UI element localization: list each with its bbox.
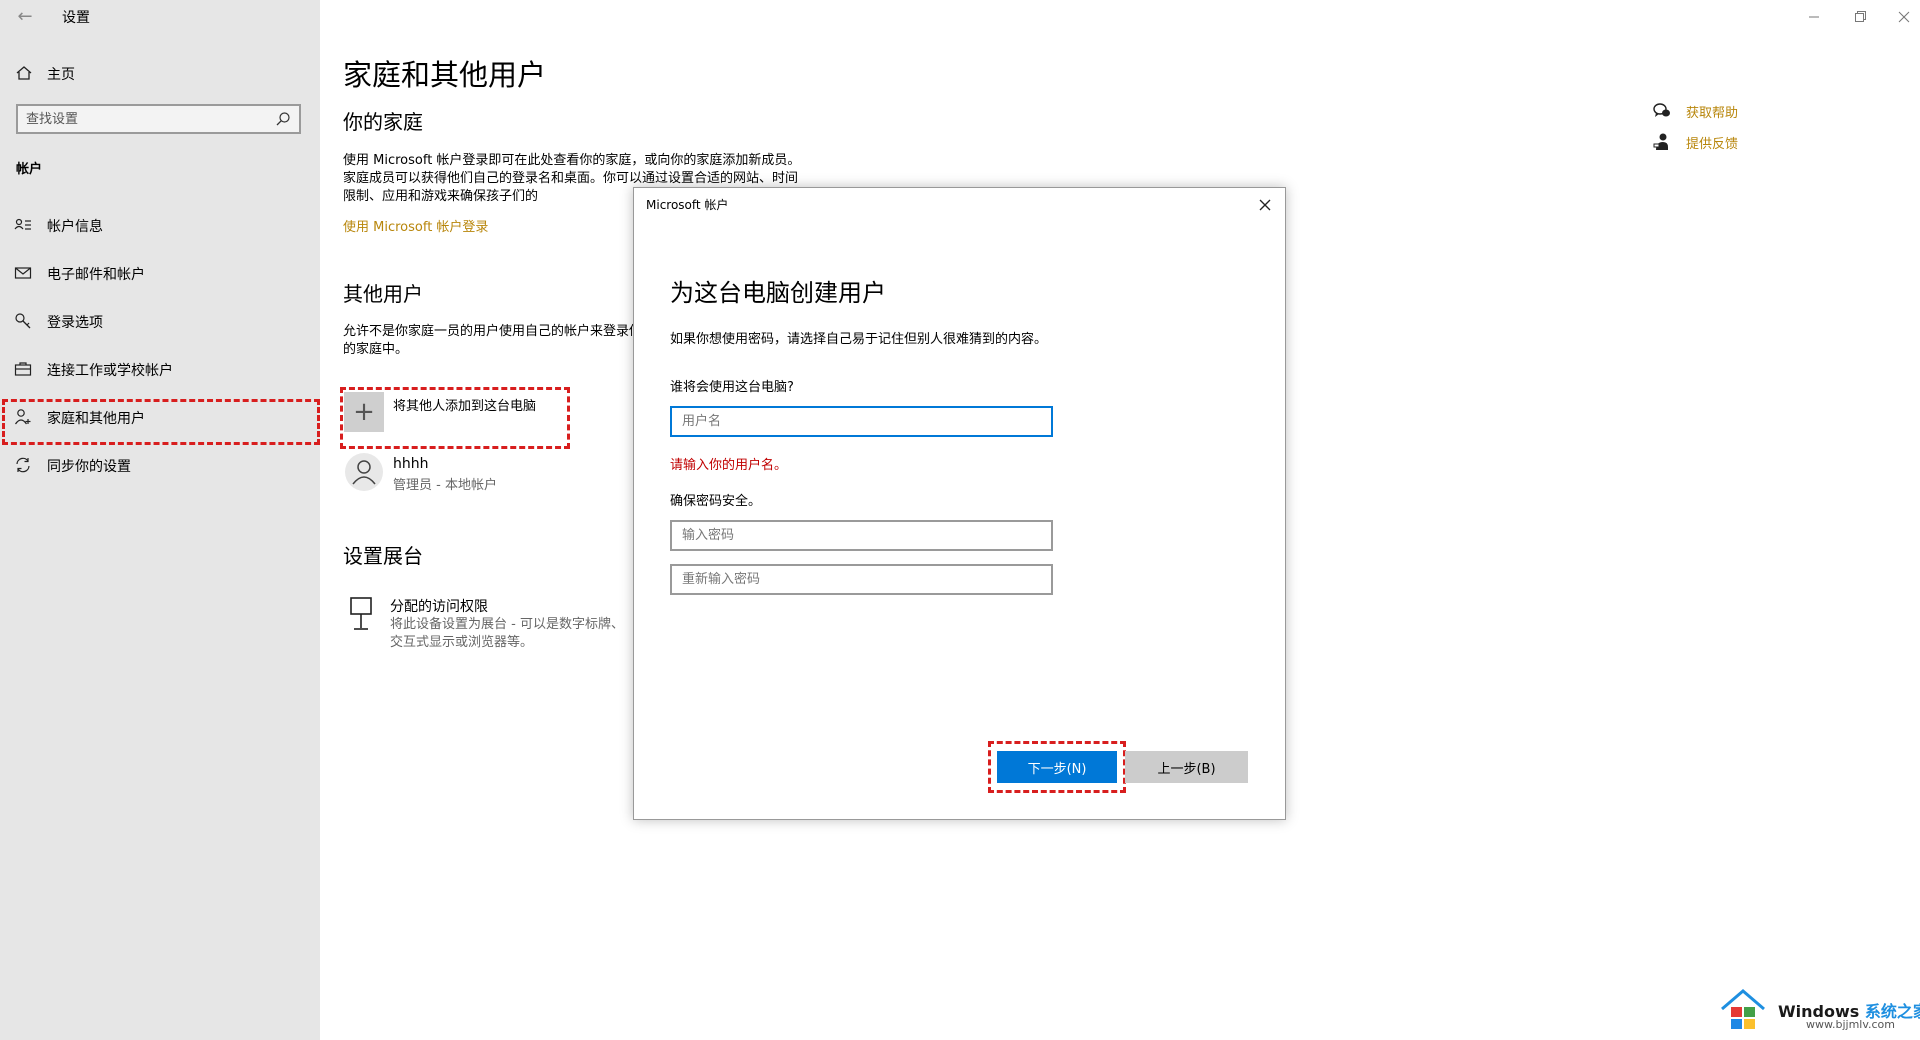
minimize-icon[interactable]	[1800, 6, 1828, 28]
briefcase-icon	[14, 362, 32, 376]
sidebar-item-label: 登录选项	[47, 315, 103, 331]
kiosk-title[interactable]: 分配的访问权限	[390, 596, 488, 616]
back-arrow-icon[interactable]: ←	[14, 6, 36, 28]
sidebar-item-label: 帐户信息	[47, 219, 103, 235]
search-input[interactable]	[26, 106, 271, 132]
feedback-icon[interactable]	[1652, 132, 1672, 152]
user-role: 管理员 - 本地帐户	[393, 478, 497, 493]
chat-help-icon[interactable]	[1652, 101, 1672, 121]
add-user-button[interactable]: 将其他人添加到这台电脑	[393, 395, 536, 414]
section-label: 帐户	[16, 162, 43, 177]
dialog-title: Microsoft 帐户	[646, 198, 729, 212]
home-link[interactable]: 主页	[47, 64, 75, 84]
password-field[interactable]	[670, 520, 1053, 551]
key-icon	[15, 313, 31, 329]
ms-login-link[interactable]: 使用 Microsoft 帐户登录	[343, 216, 488, 235]
give-feedback-link[interactable]: 提供反馈	[1686, 133, 1738, 152]
account-info-icon	[14, 218, 31, 230]
restore-icon[interactable]	[1846, 6, 1874, 28]
dialog-intro: 如果你想使用密码，请选择自己易于记住但别人很难猜到的内容。	[670, 332, 1048, 347]
highlight-family-item	[2, 399, 320, 445]
sidebar-item-label: 连接工作或学校帐户	[47, 363, 173, 379]
kiosk-icon[interactable]	[347, 596, 375, 632]
other-users-heading: 其他用户	[343, 282, 423, 306]
close-icon[interactable]	[1890, 6, 1918, 28]
sidebar-item-email[interactable]: 电子邮件和帐户	[0, 253, 320, 293]
dialog-close-icon[interactable]	[1254, 194, 1276, 216]
sidebar-item-work-school[interactable]: 连接工作或学校帐户	[0, 349, 320, 389]
user-name[interactable]: hhhh	[393, 456, 429, 472]
sidebar-item-sync[interactable]: 同步你的设置	[0, 445, 320, 485]
app-title: 设置	[62, 10, 90, 26]
sidebar-item-sign-in-options[interactable]: 登录选项	[0, 301, 320, 341]
page-title: 家庭和其他用户	[343, 58, 547, 92]
username-error-text: 请输入你的用户名。	[670, 458, 788, 473]
sidebar-item-account-info[interactable]: 帐户信息	[0, 205, 320, 245]
other-users-description: 允许不是你家庭一员的用户使用自己的帐户来登录你的家庭中。	[343, 324, 643, 357]
password-security-label: 确保密码安全。	[670, 494, 762, 509]
create-user-dialog: Microsoft 帐户 为这台电脑创建用户 如果你想使用密码，请选择自己易于记…	[633, 187, 1286, 820]
home-icon[interactable]	[15, 64, 33, 82]
kiosk-heading: 设置展台	[343, 544, 423, 568]
sidebar-item-label: 电子邮件和帐户	[47, 267, 145, 283]
sidebar-item-label: 同步你的设置	[47, 459, 131, 475]
search-box[interactable]	[16, 104, 301, 134]
watermark-url: www.bjjmlv.com	[1806, 1018, 1895, 1031]
dialog-heading: 为这台电脑创建用户	[670, 279, 886, 307]
sync-icon	[16, 457, 30, 473]
next-button[interactable]: 下一步(N)	[997, 751, 1117, 783]
username-field[interactable]	[670, 406, 1053, 437]
get-help-link[interactable]: 获取帮助	[1686, 102, 1738, 121]
sidebar	[0, 0, 320, 1040]
who-label: 谁将会使用这台电脑?	[670, 380, 794, 395]
kiosk-description: 将此设备设置为展台 - 可以是数字标牌、交互式显示或浏览器等。	[390, 617, 624, 650]
user-avatar-icon[interactable]	[344, 452, 384, 492]
watermark-logo-icon	[1721, 989, 1765, 1029]
mail-icon	[14, 267, 32, 279]
family-heading: 你的家庭	[343, 110, 423, 134]
search-icon[interactable]	[275, 111, 291, 127]
back-button[interactable]: 上一步(B)	[1125, 751, 1248, 783]
add-user-plus-icon[interactable]: +	[344, 392, 384, 432]
password-confirm-field[interactable]	[670, 564, 1053, 595]
